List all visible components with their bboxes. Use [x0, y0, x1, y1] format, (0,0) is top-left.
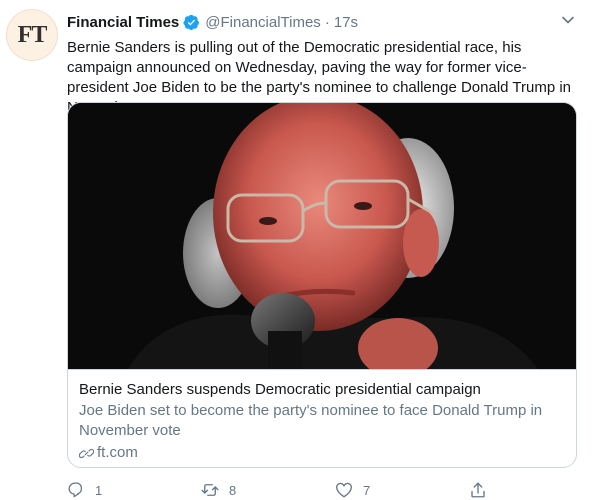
card-domain-text: ft.com [97, 444, 138, 461]
chevron-down-icon[interactable] [561, 13, 575, 27]
header-separator: · [324, 13, 330, 31]
retweet-icon [201, 484, 219, 496]
card-title: Bernie Sanders suspends Democratic presi… [79, 381, 481, 398]
tweet-timestamp[interactable]: 17s [334, 14, 358, 31]
tweet-actions: 1 8 7 [67, 481, 567, 499]
card-body[interactable]: Bernie Sanders suspends Democratic presi… [68, 369, 576, 467]
card-image[interactable] [68, 103, 576, 369]
avatar-logo-text: FT [17, 21, 48, 48]
like-button[interactable]: 7 [335, 481, 370, 499]
reply-count: 1 [95, 482, 103, 498]
retweet-button[interactable]: 8 [201, 481, 236, 499]
link-card[interactable]: Bernie Sanders suspends Democratic presi… [67, 102, 577, 468]
avatar[interactable]: FT [6, 9, 58, 61]
share-icon [471, 482, 485, 498]
tweet[interactable]: FT Financial Times @FinancialTimes · 17s… [0, 0, 593, 500]
link-icon [79, 448, 94, 458]
author-name[interactable]: Financial Times [67, 14, 179, 31]
like-count: 7 [363, 482, 371, 498]
card-description: Joe Biden set to become the party's nomi… [79, 402, 543, 439]
verified-badge-icon [183, 14, 200, 30]
card-domain: ft.com [79, 443, 565, 463]
author-handle[interactable]: @FinancialTimes [205, 14, 321, 31]
like-icon [335, 482, 353, 498]
tweet-header: Financial Times @FinancialTimes · 17s [67, 12, 573, 32]
reply-button[interactable]: 1 [67, 481, 102, 499]
share-button[interactable] [469, 481, 497, 499]
reply-icon [68, 482, 82, 498]
retweet-count: 8 [229, 482, 237, 498]
